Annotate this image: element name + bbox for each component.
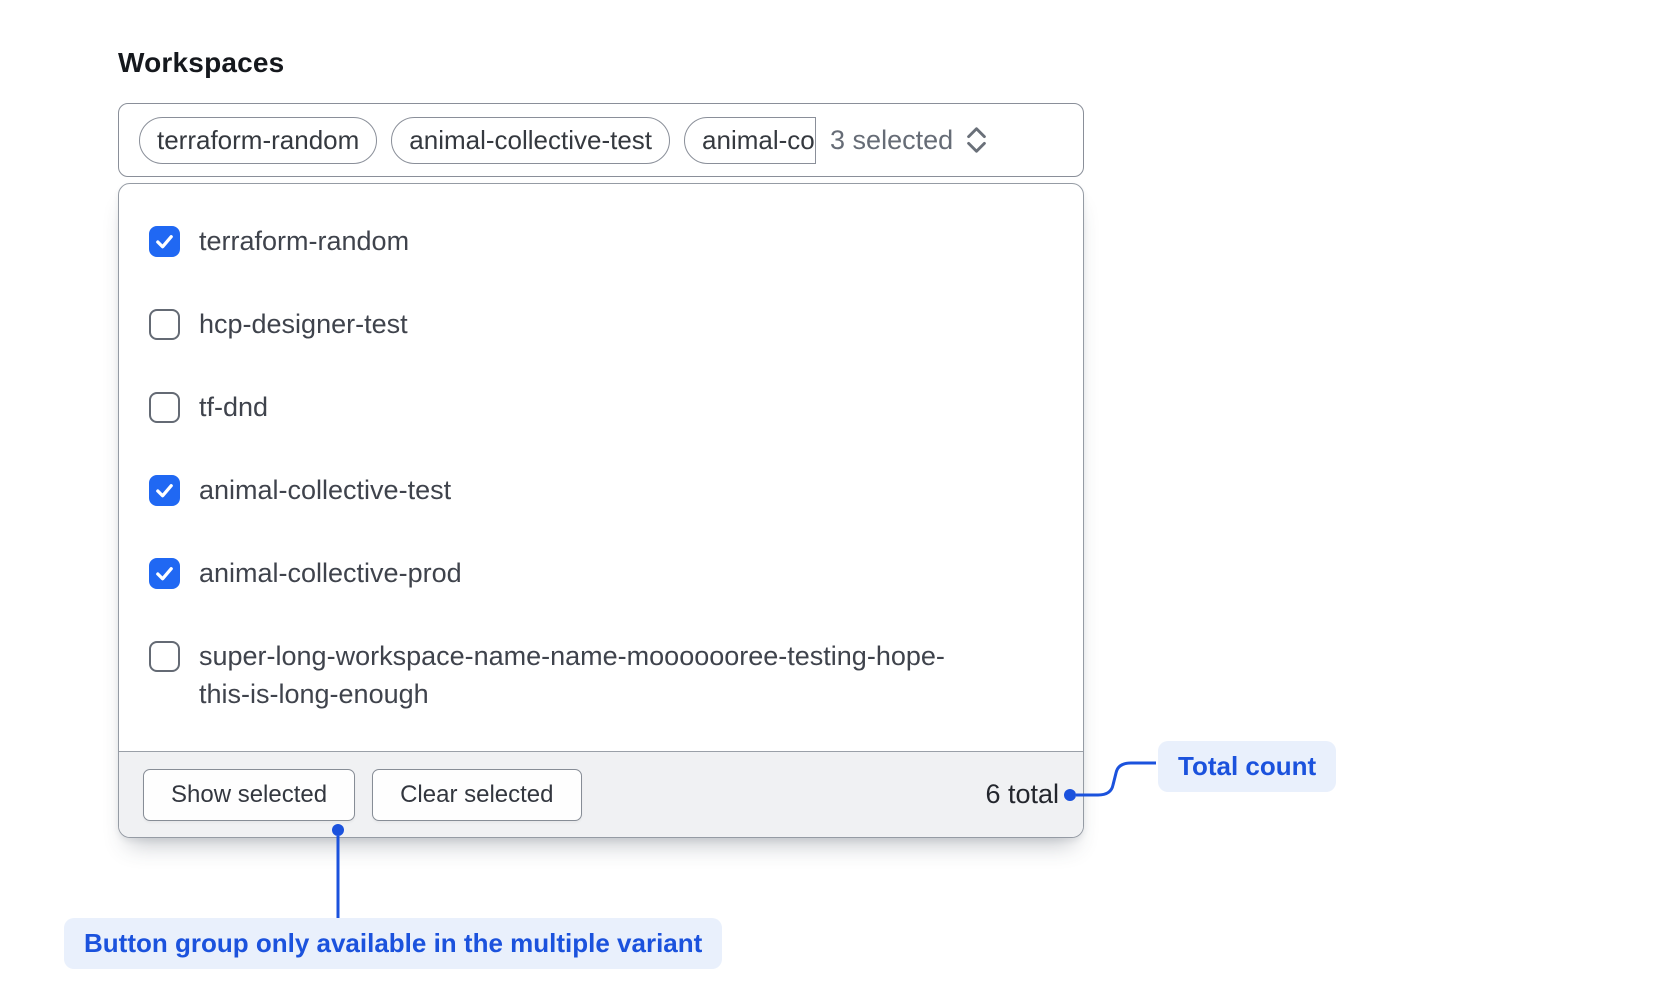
clear-selected-button[interactable]: Clear selected bbox=[372, 769, 581, 821]
list-item[interactable]: tf-dnd bbox=[119, 366, 1083, 449]
listbox-footer: Show selected Clear selected 6 total bbox=[119, 751, 1083, 837]
selected-tag: animal-collective-prod bbox=[684, 117, 816, 164]
checkbox-checked[interactable] bbox=[149, 475, 180, 506]
checkbox-unchecked[interactable] bbox=[149, 392, 180, 423]
check-icon bbox=[153, 479, 176, 502]
list-item[interactable]: animal-collective-prod bbox=[119, 532, 1083, 615]
option-label: super-long-workspace-name-name-moooooore… bbox=[199, 637, 969, 713]
annotation-total-count: Total count bbox=[1158, 741, 1336, 792]
check-icon bbox=[153, 562, 176, 585]
field-label: Workspaces bbox=[118, 47, 284, 79]
option-label: hcp-designer-test bbox=[199, 305, 408, 343]
checkbox-checked[interactable] bbox=[149, 226, 180, 257]
listbox: terraform-random hcp-designer-test tf-dnd a… bbox=[118, 183, 1084, 838]
checkbox-unchecked[interactable] bbox=[149, 641, 180, 672]
option-label: tf-dnd bbox=[199, 388, 268, 426]
checkbox-checked[interactable] bbox=[149, 558, 180, 589]
option-label: terraform-random bbox=[199, 222, 409, 260]
option-label: animal-collective-prod bbox=[199, 554, 462, 592]
selected-tag: animal-collective-test bbox=[391, 117, 670, 164]
page: Workspaces terraform-random animal-collec… bbox=[0, 0, 1672, 1008]
list-item[interactable]: terraform-random bbox=[119, 200, 1083, 283]
chevrons-up-down-icon bbox=[963, 124, 990, 156]
total-count-text: 6 total bbox=[985, 779, 1059, 810]
option-label: animal-collective-test bbox=[199, 471, 451, 509]
annotation-button-group: Button group only available in the multi… bbox=[64, 918, 722, 969]
selected-count: 3 selected bbox=[830, 125, 953, 156]
list-item[interactable]: super-long-workspace-name-name-moooooore… bbox=[119, 615, 1083, 736]
selected-tags: terraform-random animal-collective-test an… bbox=[139, 117, 816, 164]
annotation-line-total bbox=[1076, 763, 1156, 795]
multiselect-trigger[interactable]: terraform-random animal-collective-test an… bbox=[118, 103, 1084, 177]
selected-tag: terraform-random bbox=[139, 117, 377, 164]
checkbox-unchecked[interactable] bbox=[149, 309, 180, 340]
show-selected-button[interactable]: Show selected bbox=[143, 769, 355, 821]
list-item[interactable]: hcp-designer-test bbox=[119, 283, 1083, 366]
check-icon bbox=[153, 230, 176, 253]
list-item[interactable]: animal-collective-test bbox=[119, 449, 1083, 532]
listbox-options: terraform-random hcp-designer-test tf-dnd a… bbox=[119, 184, 1083, 751]
